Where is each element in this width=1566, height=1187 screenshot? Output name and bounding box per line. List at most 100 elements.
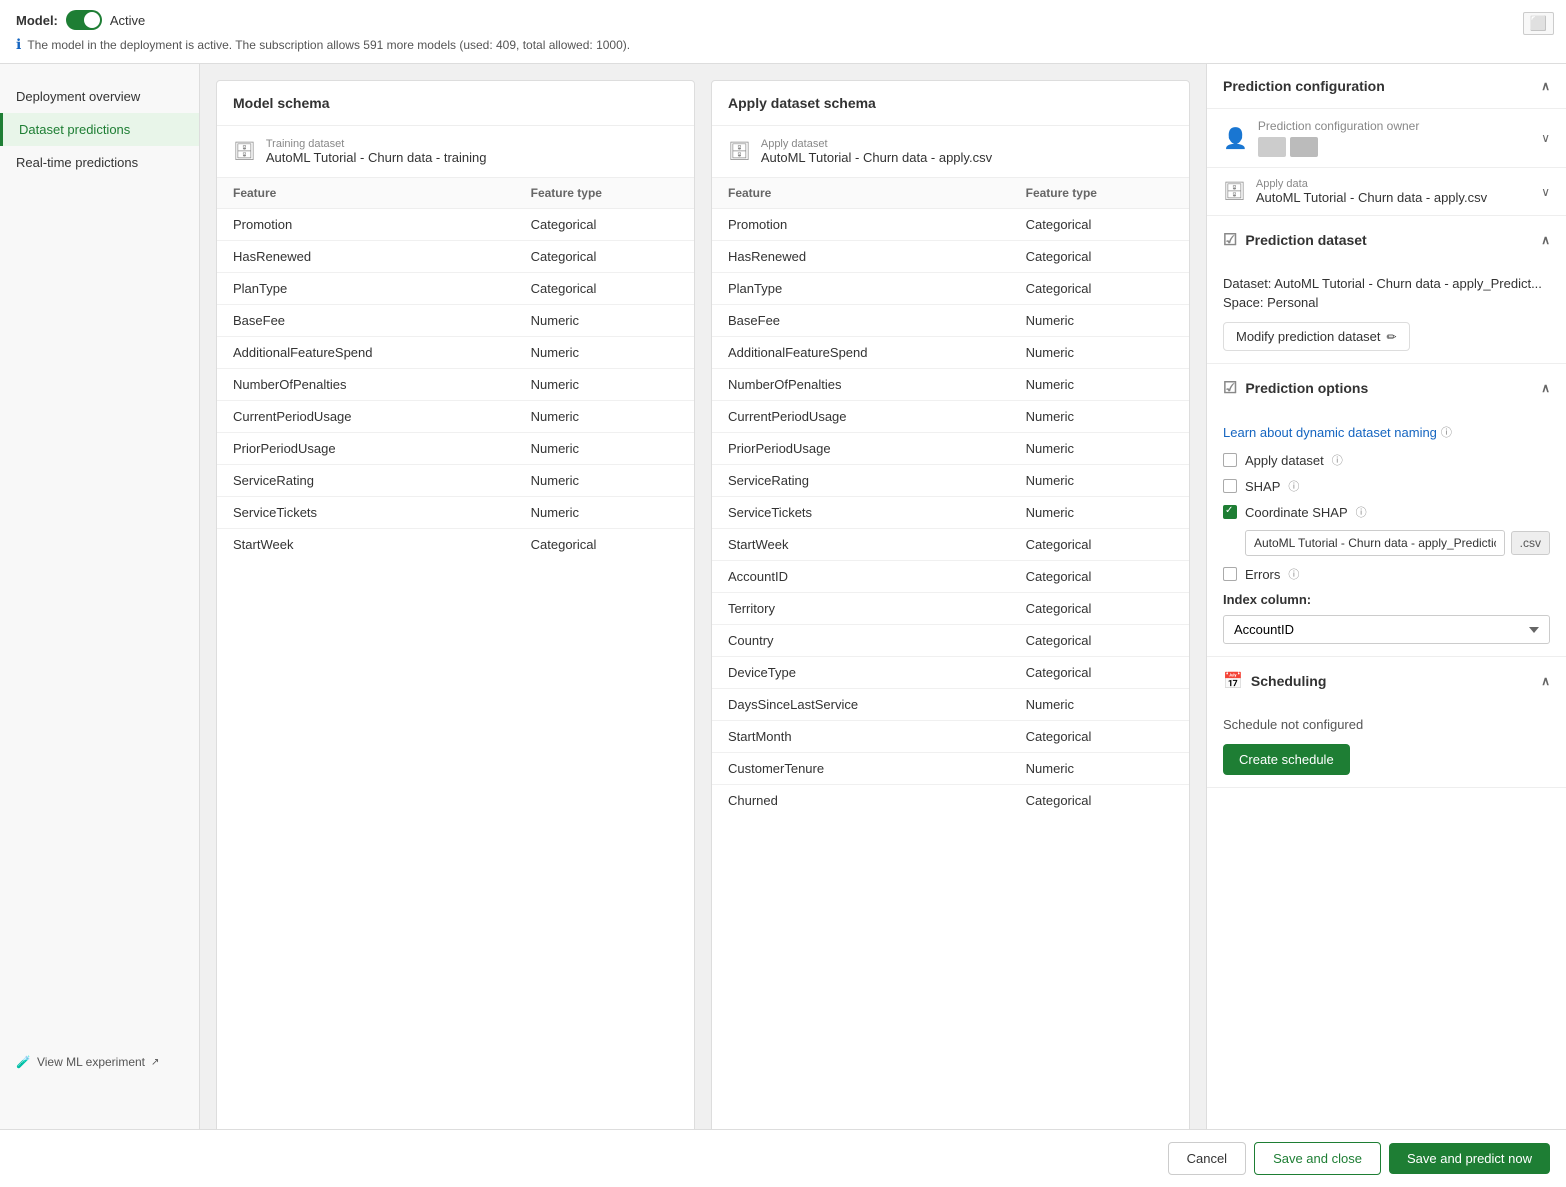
feature-name: BaseFee [712, 305, 1010, 337]
top-bar: Model: Active ℹ The model in the deploym… [0, 0, 1566, 64]
table-row: CurrentPeriodUsageNumeric [712, 401, 1189, 433]
index-column-select[interactable]: AccountID Territory Country [1223, 615, 1550, 644]
sidebar: Deployment overview Dataset predictions … [0, 64, 200, 1161]
apply-dataset-name: AutoML Tutorial - Churn data - apply.csv [761, 150, 992, 165]
table-row: PlanTypeCategorical [712, 273, 1189, 305]
prediction-dataset-header[interactable]: ☑ Prediction dataset ∧ [1207, 216, 1566, 264]
db-icon-training: 🗄 [233, 141, 256, 162]
table-row: TerritoryCategorical [712, 593, 1189, 625]
save-and-predict-button[interactable]: Save and predict now [1389, 1143, 1550, 1174]
apply-data-section: 🗄 Apply data AutoML Tutorial - Churn dat… [1207, 168, 1566, 216]
feature-type: Numeric [1010, 465, 1189, 497]
feature-name: CustomerTenure [712, 753, 1010, 785]
panel-collapse-icon[interactable]: ∧ [1541, 79, 1550, 93]
feature-type: Numeric [515, 497, 694, 529]
feature-name: NumberOfPenalties [712, 369, 1010, 401]
prediction-options-body: Learn about dynamic dataset naming ⓘ App… [1207, 412, 1566, 656]
table-row: StartWeekCategorical [712, 529, 1189, 561]
table-row: AccountIDCategorical [712, 561, 1189, 593]
feature-name: StartWeek [217, 529, 515, 561]
sidebar-item-dataset-predictions[interactable]: Dataset predictions [0, 113, 199, 146]
dataset-icon: ☑ [1223, 230, 1237, 250]
cancel-button[interactable]: Cancel [1168, 1142, 1246, 1175]
table-row: PromotionCategorical [217, 209, 694, 241]
sidebar-item-deployment-overview[interactable]: Deployment overview [0, 80, 199, 113]
scheduling-header[interactable]: 📅 Scheduling ∧ [1207, 657, 1566, 705]
sidebar-item-realtime-predictions[interactable]: Real-time predictions [0, 146, 199, 179]
prediction-space-text: Space: Personal [1223, 295, 1550, 310]
save-and-close-button[interactable]: Save and close [1254, 1142, 1381, 1175]
scheduling-icon: 📅 [1223, 671, 1243, 691]
maximize-icon[interactable]: ⬜ [1523, 12, 1554, 35]
shap-checkbox[interactable] [1223, 479, 1237, 493]
apply-data-chevron-icon[interactable]: ∨ [1541, 185, 1550, 199]
feature-name: ServiceTickets [712, 497, 1010, 529]
prediction-options-header[interactable]: ☑ Prediction options ∧ [1207, 364, 1566, 412]
info-bar: ℹ The model in the deployment is active.… [16, 36, 1550, 53]
feature-type: Categorical [515, 209, 694, 241]
apply-schema-table: Feature Feature type PromotionCategorica… [712, 178, 1189, 816]
bottom-bar: Cancel Save and close Save and predict n… [0, 1129, 1566, 1187]
table-row: ServiceRatingNumeric [217, 465, 694, 497]
feature-type: Numeric [515, 401, 694, 433]
table-row: DaysSinceLastServiceNumeric [712, 689, 1189, 721]
feature-type: Categorical [1010, 273, 1189, 305]
apply-dataset-checkbox[interactable] [1223, 453, 1237, 467]
apply-data-label: Apply data [1256, 178, 1531, 190]
apply-dataset-option-label: Apply dataset [1245, 453, 1324, 468]
coordinate-shap-info-icon: ⓘ [1356, 504, 1367, 520]
dynamic-naming-link[interactable]: Learn about dynamic dataset naming ⓘ [1223, 424, 1550, 440]
apply-dataset-info-icon: ⓘ [1332, 452, 1343, 468]
owner-chevron-icon[interactable]: ∨ [1541, 131, 1550, 145]
feature-name: CurrentPeriodUsage [712, 401, 1010, 433]
feature-type: Numeric [1010, 433, 1189, 465]
feature-type: Numeric [515, 433, 694, 465]
create-schedule-button[interactable]: Create schedule [1223, 744, 1350, 775]
errors-option: Errors ⓘ [1223, 566, 1550, 582]
modify-prediction-dataset-button[interactable]: Modify prediction dataset ✏ [1223, 322, 1410, 351]
table-row: DeviceTypeCategorical [712, 657, 1189, 689]
feature-type: Numeric [1010, 689, 1189, 721]
prediction-options-section: ☑ Prediction options ∧ Learn about dynam… [1207, 364, 1566, 657]
owner-row[interactable]: 👤 Prediction configuration owner ∨ [1207, 109, 1566, 167]
feature-name: Churned [712, 785, 1010, 817]
table-row: CountryCategorical [712, 625, 1189, 657]
feature-type: Categorical [1010, 625, 1189, 657]
content-area: Model schema 🗄 Training dataset AutoML T… [200, 64, 1206, 1161]
feature-type: Categorical [1010, 785, 1189, 817]
feature-type: Categorical [1010, 593, 1189, 625]
panel-title: Prediction configuration [1223, 78, 1385, 94]
prediction-options-chevron-icon[interactable]: ∧ [1541, 381, 1550, 395]
prediction-dataset-chevron-icon[interactable]: ∧ [1541, 233, 1550, 247]
owner-label: Prediction configuration owner [1258, 119, 1531, 133]
errors-info-icon: ⓘ [1288, 566, 1299, 582]
coordinate-shap-checkbox[interactable] [1223, 505, 1237, 519]
errors-checkbox[interactable] [1223, 567, 1237, 581]
coordinate-shap-option: Coordinate SHAP ⓘ [1223, 504, 1550, 520]
feature-type: Categorical [1010, 657, 1189, 689]
apply-dataset-label: Apply dataset [761, 138, 992, 150]
feature-name: StartWeek [712, 529, 1010, 561]
training-dataset-name: AutoML Tutorial - Churn data - training [266, 150, 487, 165]
feature-name: BaseFee [217, 305, 515, 337]
view-ml-experiment-link[interactable]: 🧪 View ML experiment ↗ [16, 1055, 184, 1069]
feature-type: Numeric [515, 305, 694, 337]
owner-section: 👤 Prediction configuration owner ∨ [1207, 109, 1566, 168]
feature-type: Categorical [1010, 721, 1189, 753]
scheduling-chevron-icon[interactable]: ∧ [1541, 674, 1550, 688]
db-icon-apply: 🗄 [728, 141, 751, 162]
apply-col-feature: Feature [712, 178, 1010, 209]
modify-label: Modify prediction dataset [1236, 329, 1381, 344]
apply-dataset-option: Apply dataset ⓘ [1223, 452, 1550, 468]
apply-data-row[interactable]: 🗄 Apply data AutoML Tutorial - Churn dat… [1207, 168, 1566, 215]
feature-type: Numeric [1010, 753, 1189, 785]
table-row: StartMonthCategorical [712, 721, 1189, 753]
edit-icon: ✏ [1387, 330, 1397, 344]
table-row: PriorPeriodUsageNumeric [217, 433, 694, 465]
table-row: NumberOfPenaltiesNumeric [217, 369, 694, 401]
info-icon: ℹ [16, 36, 21, 53]
feature-type: Categorical [515, 273, 694, 305]
shap-filename-input[interactable] [1245, 530, 1505, 556]
prediction-dataset-section: ☑ Prediction dataset ∧ Dataset: AutoML T… [1207, 216, 1566, 364]
model-toggle[interactable] [66, 10, 102, 30]
